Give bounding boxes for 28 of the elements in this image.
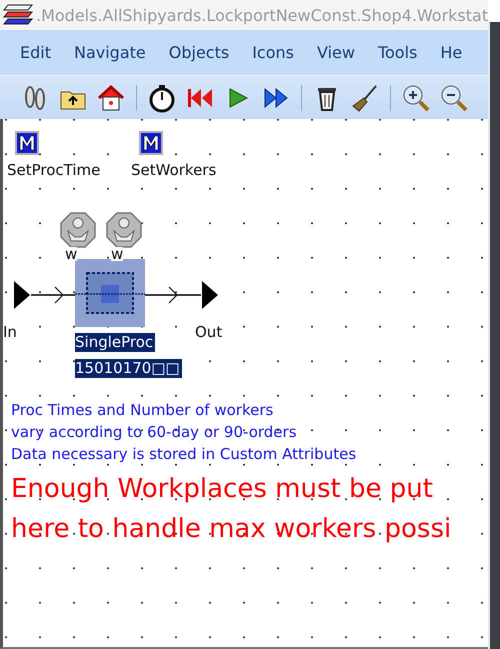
menu-item[interactable]: View xyxy=(308,39,363,66)
worker-icon[interactable] xyxy=(105,211,143,249)
worker-label: w xyxy=(65,247,78,261)
worker-icon[interactable] xyxy=(59,211,97,249)
menu-item[interactable]: Navigate xyxy=(66,39,154,66)
menu-item[interactable]: Tools xyxy=(370,39,426,66)
home-icon[interactable] xyxy=(96,82,126,112)
source-icon[interactable] xyxy=(13,281,31,309)
method-icon[interactable] xyxy=(15,131,39,155)
menu-item[interactable]: Icons xyxy=(244,39,302,66)
note-text: Data necessary is stored in Custom Attributes xyxy=(11,444,356,465)
station-value: 15010170□□ xyxy=(75,359,182,378)
menu-item[interactable]: Edit xyxy=(12,39,59,66)
zoom-in-icon[interactable] xyxy=(401,82,431,112)
warning-text: here to handle max workers possi xyxy=(11,513,452,546)
menu-item[interactable]: He xyxy=(432,39,470,66)
warning-text: Enough Workplaces must be put xyxy=(11,473,433,506)
note-text: vary according to 60-day or 90-orders xyxy=(11,422,297,443)
method-icon[interactable] xyxy=(139,131,163,155)
window-title: .Models.AllShipyards.LockportNewConst.Shop4.Workstat xyxy=(36,6,488,24)
zoom-out-icon[interactable] xyxy=(439,82,469,112)
note-text: Proc Times and Number of workers xyxy=(11,400,274,421)
menu-item[interactable]: Objects xyxy=(160,39,238,66)
worker-label: w xyxy=(111,247,124,261)
station-label: SingleProc xyxy=(75,333,156,352)
single-proc-icon[interactable] xyxy=(75,259,145,327)
drain-icon[interactable] xyxy=(201,281,219,309)
stopwatch-icon[interactable] xyxy=(147,82,177,112)
